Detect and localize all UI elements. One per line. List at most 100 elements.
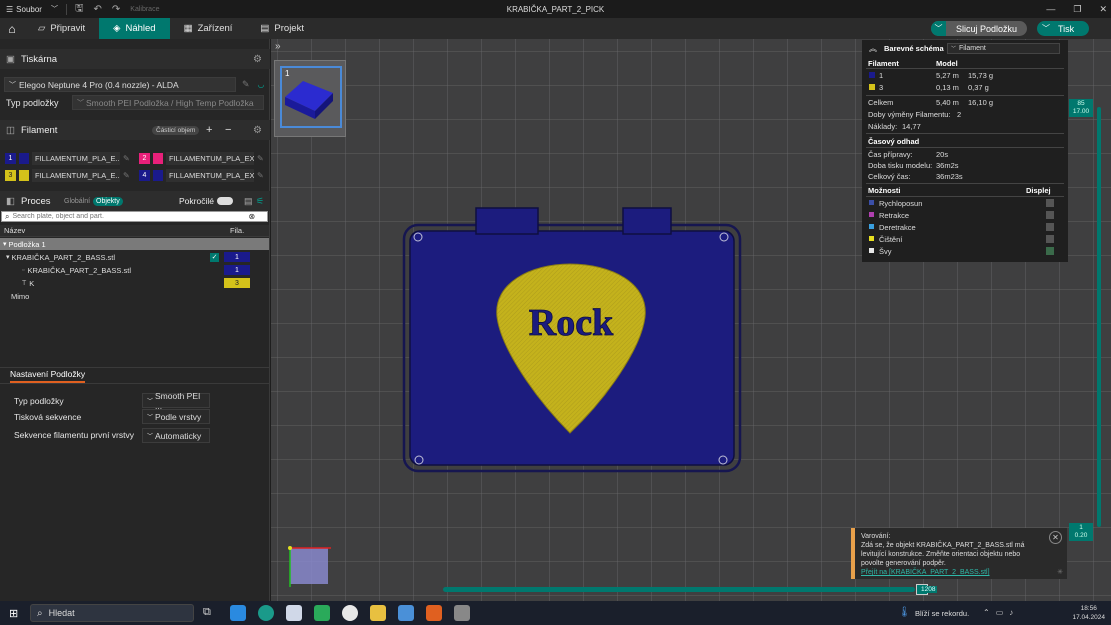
photos-app-icon[interactable] [314, 605, 330, 621]
close-icon[interactable]: ✕ [1049, 531, 1062, 544]
filament-slot-1[interactable]: 1 FILLAMENTUM_PLA_E... ✎ [5, 152, 130, 165]
tree-row-outside[interactable]: Mimo [0, 290, 269, 302]
slice-plate-button[interactable]: ﹀ Slicuj Podložku [931, 21, 1027, 36]
tab-project[interactable]: ▤ Projekt [246, 18, 318, 39]
filament-slot-3[interactable]: 3 FILLAMENTUM_PLA_E... ✎ [5, 169, 130, 182]
edge-browser-icon[interactable] [258, 605, 274, 621]
add-icon[interactable]: + [206, 124, 212, 136]
collapse-icon[interactable]: ▾ [3, 240, 7, 248]
filament-swatch[interactable] [153, 170, 163, 181]
tab-preview[interactable]: ◈ Náhled [99, 18, 170, 39]
office-app-icon[interactable] [426, 605, 442, 621]
clear-search-icon[interactable]: ⊗ [248, 212, 255, 221]
file-menu[interactable]: ☰ Soubor ﹀ [0, 0, 58, 18]
undo-icon[interactable]: ↶ [94, 4, 102, 15]
tree-row-part[interactable]: ▫ KRABIČKA_PART_2_BASS.stl 1 [0, 264, 269, 276]
task-view-icon[interactable]: ⧉ [203, 606, 211, 619]
slicer-app-icon[interactable] [342, 605, 358, 621]
display-checkbox[interactable] [1046, 235, 1054, 243]
redo-icon[interactable]: ↷ [112, 4, 120, 15]
global-toggle[interactable]: Globální [64, 198, 90, 205]
edit-icon[interactable]: ✎ [123, 171, 130, 180]
mail-app-icon[interactable] [230, 605, 246, 621]
wifi-icon[interactable]: ◡ [258, 80, 265, 89]
display-checkbox[interactable] [1046, 223, 1054, 231]
weather-text[interactable]: Blíží se rekordu. [915, 609, 969, 618]
tab-device[interactable]: ▦ Zařízení [170, 18, 247, 39]
plate-thumbnail[interactable]: 1 [274, 60, 346, 137]
filament-name[interactable]: FILLAMENTUM_PLA_E... [32, 169, 120, 182]
filament-badge[interactable]: 3 [224, 278, 250, 288]
tab-prepare[interactable]: ▱ Připravit [24, 18, 99, 39]
warning-link[interactable]: Přejít na [KRABIČKA_PART_2_BASS.stl] [861, 568, 1063, 577]
filament-swatch[interactable] [19, 153, 29, 164]
chevron-down-icon: ﹀ [147, 434, 154, 440]
collapse-panel-icon[interactable]: » [275, 41, 281, 52]
tree-row-text-part[interactable]: T K 3 [0, 277, 269, 289]
search-input[interactable] [12, 212, 249, 221]
filament-swatch[interactable] [153, 153, 163, 164]
display-title: Displej [1026, 186, 1051, 195]
edit-icon[interactable]: ✎ [242, 79, 250, 90]
remove-icon[interactable]: − [225, 124, 231, 136]
layer-slider[interactable] [1097, 107, 1101, 527]
file-explorer-icon[interactable] [370, 605, 386, 621]
filament-slot-4[interactable]: 4 FILLAMENTUM_PLA_EX... ✎ [139, 169, 264, 182]
filament-swatch[interactable] [19, 170, 29, 181]
edit-icon[interactable]: ✎ [257, 154, 264, 163]
filament-slot-2[interactable]: 2 FILLAMENTUM_PLA_EX... ✎ [139, 152, 264, 165]
settings-sliders-icon[interactable]: ⚟ [256, 196, 264, 207]
chevron-down-icon[interactable]: ﹀ [931, 21, 946, 36]
gear-icon[interactable]: ⚙ [253, 125, 262, 136]
plate-type-select[interactable]: ﹀ Smooth PEI Podložka / High Temp Podlož… [72, 95, 264, 110]
save-icon[interactable]: 🖫 [75, 1, 84, 18]
collapse-icon[interactable]: ▾ [6, 253, 10, 261]
close-icon[interactable]: ✕ [1099, 4, 1107, 15]
store-app-icon[interactable] [286, 605, 302, 621]
object-search-box[interactable]: ⌕ ⊗ [1, 211, 268, 222]
filament-badge[interactable]: 1 [224, 252, 250, 262]
first-layer-sequence-select[interactable]: ﹀ Automaticky [142, 428, 210, 443]
edit-icon[interactable]: ✎ [257, 171, 264, 180]
gear-icon[interactable]: ⚙ [253, 54, 262, 65]
part-volume-button[interactable]: Částicí objem [152, 125, 200, 135]
filament-name[interactable]: FILLAMENTUM_PLA_E... [32, 152, 120, 165]
compare-icon[interactable]: ▤ [244, 196, 253, 207]
tree-row-object[interactable]: ▾ KRABIČKA_PART_2_BASS.stl ✓ 1 [0, 251, 269, 263]
minimize-icon[interactable]: — [1046, 4, 1055, 14]
filament-badge[interactable]: 1 [224, 265, 250, 275]
plate-settings-tab[interactable]: Nastavení Podložky [10, 369, 86, 383]
calculator-app-icon[interactable] [398, 605, 414, 621]
chevron-down-icon[interactable]: ﹀ [1042, 23, 1050, 34]
layers-icon: ◈ [113, 23, 121, 34]
left-panel: ▣ Tiskárna ⚙ ﹀ Elegoo Neptune 4 Pro (0.4… [0, 39, 270, 601]
filament-name[interactable]: FILLAMENTUM_PLA_EX... [166, 152, 254, 165]
tree-row-label: K [29, 278, 35, 288]
checkmark-icon[interactable]: ✓ [210, 252, 219, 262]
taskbar-search[interactable]: ⌕ Hledat [30, 604, 194, 622]
display-checkbox[interactable] [1046, 247, 1054, 255]
restore-icon[interactable]: ❐ [1073, 4, 1081, 15]
printer-select-value: Elegoo Neptune 4 Pro (0.4 nozzle) - ALDA [19, 79, 179, 90]
display-checkbox[interactable] [1046, 211, 1054, 219]
filament-icon: ◫ [6, 124, 15, 136]
settings-app-icon[interactable] [454, 605, 470, 621]
tray-icons[interactable]: ⌃▭♪ [983, 608, 1019, 617]
color-scheme-select[interactable]: ﹀ Filament [947, 43, 1060, 54]
print-button[interactable]: ﹀ Tisk [1037, 21, 1089, 36]
filament-name[interactable]: FILLAMENTUM_PLA_EX... [166, 169, 254, 182]
collapse-icon[interactable]: ︽ [869, 43, 877, 54]
print-sequence-select[interactable]: ﹀ Podle vrstvy [142, 409, 210, 424]
calibration-button[interactable]: Kalibrace [130, 6, 159, 13]
clock[interactable]: 18:56 17.04.2024 [1072, 604, 1105, 622]
edit-icon[interactable]: ✎ [123, 154, 130, 163]
display-checkbox[interactable] [1046, 199, 1054, 207]
move-slider[interactable] [443, 587, 915, 592]
home-icon[interactable]: ⌂ [0, 22, 24, 36]
windows-start-icon[interactable]: ⊞ [9, 607, 18, 620]
tree-row-plate[interactable]: ▾ Podložka 1 [0, 238, 269, 250]
printer-select[interactable]: ﹀ Elegoo Neptune 4 Pro (0.4 nozzle) - AL… [4, 77, 236, 92]
advanced-switch[interactable] [217, 197, 233, 205]
plate-type-setting-select[interactable]: ﹀ Smooth PEI ... [142, 391, 210, 411]
objects-toggle[interactable]: Objekty [93, 196, 123, 206]
